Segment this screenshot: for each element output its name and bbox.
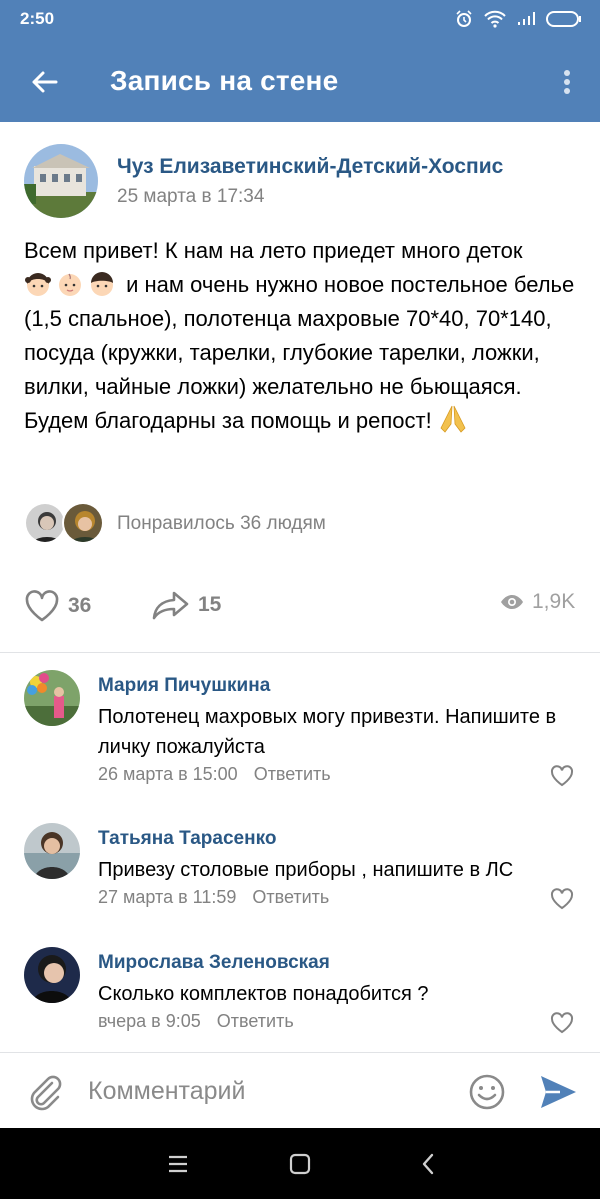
system-nav-bar [0, 1128, 600, 1199]
baby-emoji-icon [56, 270, 84, 298]
paperclip-icon[interactable] [24, 1071, 64, 1111]
wifi-icon [484, 10, 506, 28]
praying-hands-icon [438, 404, 466, 433]
heart-icon [25, 590, 59, 622]
commenter-name[interactable]: Мирослава Зеленовская [98, 952, 330, 974]
share-icon [152, 591, 189, 620]
post-actions: 36 15 1,9K [0, 590, 600, 630]
menu-icon [169, 1155, 187, 1173]
status-bar: 2:50 [0, 0, 600, 38]
commenter-name[interactable]: Татьяна Тарасенко [98, 828, 276, 850]
comment-like-icon[interactable] [550, 1011, 574, 1035]
app-bar: 2:50 Запись на стене [0, 0, 600, 122]
post-text-line-1: Всем привет! К нам на лето приедет много… [24, 238, 523, 263]
post-text-line-3: Будем благодарны за помощь и репост! [24, 408, 432, 433]
reply-button[interactable]: Ответить [252, 887, 329, 907]
home-square-icon [289, 1153, 311, 1175]
more-menu-button[interactable] [552, 62, 582, 102]
page-title: Запись на стене [110, 65, 339, 96]
alarm-icon [456, 10, 472, 27]
share-count: 15 [198, 593, 222, 616]
status-time: 2:50 [20, 9, 55, 28]
comment-input[interactable] [88, 1073, 448, 1109]
comment-date: 26 марта в 15:00 [98, 764, 238, 784]
views-indicator: 1,9K [500, 590, 575, 614]
comment-like-icon[interactable] [550, 887, 574, 911]
commenter-avatar[interactable] [24, 823, 80, 879]
comment-date: вчера в 9:05 [98, 1011, 201, 1031]
comment-text: Привезу столовые приборы , напишите в ЛС [98, 859, 514, 881]
author-avatar[interactable] [24, 144, 98, 218]
system-back-button[interactable] [414, 1150, 442, 1178]
back-button[interactable] [24, 62, 64, 102]
commenter-name[interactable]: Мария Пичушкина [98, 675, 270, 697]
signal-icon [518, 12, 535, 25]
header: Запись на стене [0, 38, 600, 122]
chevron-left-icon [422, 1153, 434, 1175]
status-icons [454, 9, 582, 29]
recent-apps-button[interactable] [164, 1150, 192, 1178]
comment-input-bar [0, 1052, 600, 1128]
smile-icon[interactable] [468, 1073, 506, 1111]
post-date: 25 марта в 17:34 [117, 186, 265, 207]
comment-text: Сколько комплектов понадобится ? [98, 983, 429, 1005]
liker-avatar [62, 502, 104, 544]
comment-meta: вчера в 9:05 Ответить [98, 1011, 294, 1032]
reply-button[interactable]: Ответить [217, 1011, 294, 1031]
home-button[interactable] [286, 1150, 314, 1178]
comment-text: Полотенец махровых могу привезти. Напиши… [98, 706, 557, 758]
arrow-left-icon [32, 71, 58, 93]
commenter-avatar[interactable] [24, 670, 80, 726]
boy-emoji-icon [88, 270, 116, 298]
commenter-avatar[interactable] [24, 947, 80, 1003]
more-vertical-icon [564, 70, 570, 94]
battery-icon [546, 11, 581, 27]
likes-summary[interactable]: Понравилось 36 людям [24, 502, 584, 546]
comment-like-icon[interactable] [550, 764, 574, 788]
reply-button[interactable]: Ответить [254, 764, 331, 784]
comment-date: 27 марта в 11:59 [98, 887, 237, 907]
divider [0, 652, 600, 653]
girl-emoji-icon [24, 270, 52, 298]
like-count: 36 [68, 594, 92, 617]
liker-avatar [24, 502, 66, 544]
likes-count-text: Понравилось 36 людям [117, 513, 326, 534]
share-button[interactable]: 15 [152, 590, 221, 620]
post-text: Всем привет! К нам на лето приедет много… [24, 234, 584, 438]
send-icon[interactable] [538, 1073, 578, 1111]
post-author-name[interactable]: Чуз Елизаветинский-Детский-Хоспис [117, 155, 503, 179]
eye-icon [501, 595, 523, 609]
like-button[interactable]: 36 [24, 590, 91, 622]
views-count: 1,9K [532, 590, 576, 613]
comment-meta: 27 марта в 11:59 Ответить [98, 887, 329, 908]
comment-meta: 26 марта в 15:00 Ответить [98, 764, 331, 785]
